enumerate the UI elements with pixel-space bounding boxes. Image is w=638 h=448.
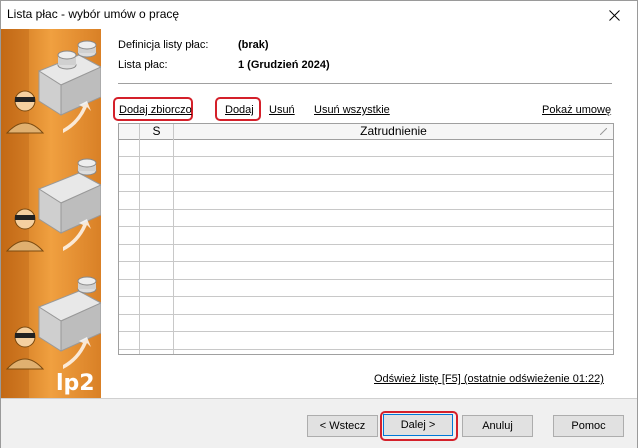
table-row[interactable]: [119, 280, 613, 297]
sort-icon: [600, 128, 607, 135]
table-row[interactable]: [119, 263, 613, 280]
wizard-window: Lista płac - wybór umów o pracę lp2 Defi…: [0, 0, 638, 448]
help-button[interactable]: Pomoc: [553, 415, 624, 437]
title-bar: Lista płac - wybór umów o pracę: [1, 1, 637, 29]
product-logo: lp2: [56, 371, 95, 396]
window-title: Lista płac - wybór umów o pracę: [7, 7, 180, 21]
next-button[interactable]: Dalej >: [383, 414, 453, 436]
wizard-footer: < Wstecz Dalej > Anuluj Pomoc: [1, 398, 637, 448]
back-button[interactable]: < Wstecz: [307, 415, 378, 437]
column-header-employment[interactable]: Zatrudnienie: [174, 124, 613, 139]
payroll-list-label: Lista płac:: [118, 59, 168, 71]
close-button[interactable]: [592, 1, 637, 29]
table-row[interactable]: [119, 210, 613, 227]
show-contract-link[interactable]: Pokaż umowę: [542, 104, 611, 116]
divider: [118, 83, 612, 84]
table-row[interactable]: [119, 315, 613, 332]
side-illustration-art: [1, 29, 101, 398]
remove-all-link[interactable]: Usuń wszystkie: [314, 104, 390, 116]
table-row[interactable]: [119, 298, 613, 315]
table-row[interactable]: [119, 140, 613, 157]
refresh-list-link[interactable]: Odśwież listę [F5] (ostatnie odświeżenie…: [374, 373, 604, 385]
remove-link[interactable]: Usuń: [269, 104, 295, 116]
add-bulk-link[interactable]: Dodaj zbiorczo: [119, 104, 192, 116]
grid-header: S Zatrudnienie: [119, 124, 613, 140]
add-link[interactable]: Dodaj: [225, 104, 254, 116]
table-row[interactable]: [119, 158, 613, 175]
table-row[interactable]: [119, 193, 613, 210]
close-icon: [609, 9, 620, 21]
table-row[interactable]: [119, 245, 613, 262]
column-header-select[interactable]: [119, 124, 139, 139]
payroll-list-value: 1 (Grudzień 2024): [238, 59, 330, 71]
cancel-button[interactable]: Anuluj: [462, 415, 533, 437]
table-row[interactable]: [119, 228, 613, 245]
column-header-s[interactable]: S: [140, 124, 173, 139]
wizard-content: lp2 Definicja listy płac: (brak) Lista p…: [1, 29, 637, 398]
contracts-grid[interactable]: S Zatrudnienie: [118, 123, 614, 355]
definition-value: (brak): [238, 39, 269, 51]
table-row[interactable]: [119, 333, 613, 350]
definition-label: Definicja listy płac:: [118, 39, 209, 51]
table-row[interactable]: [119, 175, 613, 192]
side-illustration: lp2: [1, 29, 101, 398]
